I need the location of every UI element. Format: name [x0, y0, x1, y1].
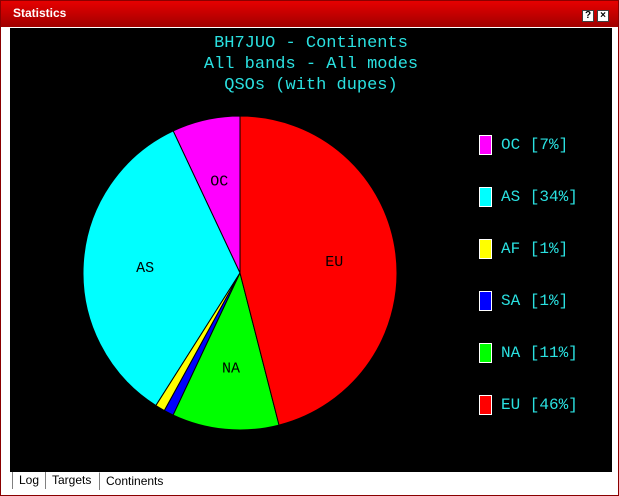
legend-swatch-sa — [479, 291, 492, 311]
window-title: Statistics — [13, 6, 67, 20]
pie-label-oc: OC — [210, 173, 228, 190]
pie-label-eu: EU — [325, 254, 343, 271]
legend-swatch-eu — [479, 395, 492, 415]
chart-canvas: BH7JUO - Continents All bands - All mode… — [10, 28, 612, 472]
pie-label-na: NA — [222, 361, 240, 378]
tab-targets[interactable]: Targets — [45, 472, 98, 489]
legend-label-af: AF [1%] — [501, 240, 569, 258]
close-button[interactable]: × — [597, 10, 609, 22]
legend-swatch-na — [479, 343, 492, 363]
help-button[interactable]: ? — [582, 10, 594, 22]
statistics-window: Statistics ? × BH7JUO - Continents All b… — [0, 0, 619, 496]
legend-label-na: NA [11%] — [501, 344, 578, 362]
tab-log[interactable]: Log — [12, 472, 46, 489]
legend-label-sa: SA [1%] — [501, 292, 569, 310]
legend-swatch-oc — [479, 135, 492, 155]
legend-swatch-as — [479, 187, 492, 207]
legend-label-as: AS [34%] — [501, 188, 578, 206]
tab-continents[interactable]: Continents — [99, 472, 170, 490]
legend-swatch-af — [479, 239, 492, 259]
title-bar[interactable]: Statistics ? × — [1, 1, 618, 27]
pie-label-as: AS — [136, 260, 154, 277]
tab-strip: Log Targets Continents — [10, 472, 612, 490]
legend-label-oc: OC [7%] — [501, 136, 569, 154]
legend-label-eu: EU [46%] — [501, 396, 578, 414]
